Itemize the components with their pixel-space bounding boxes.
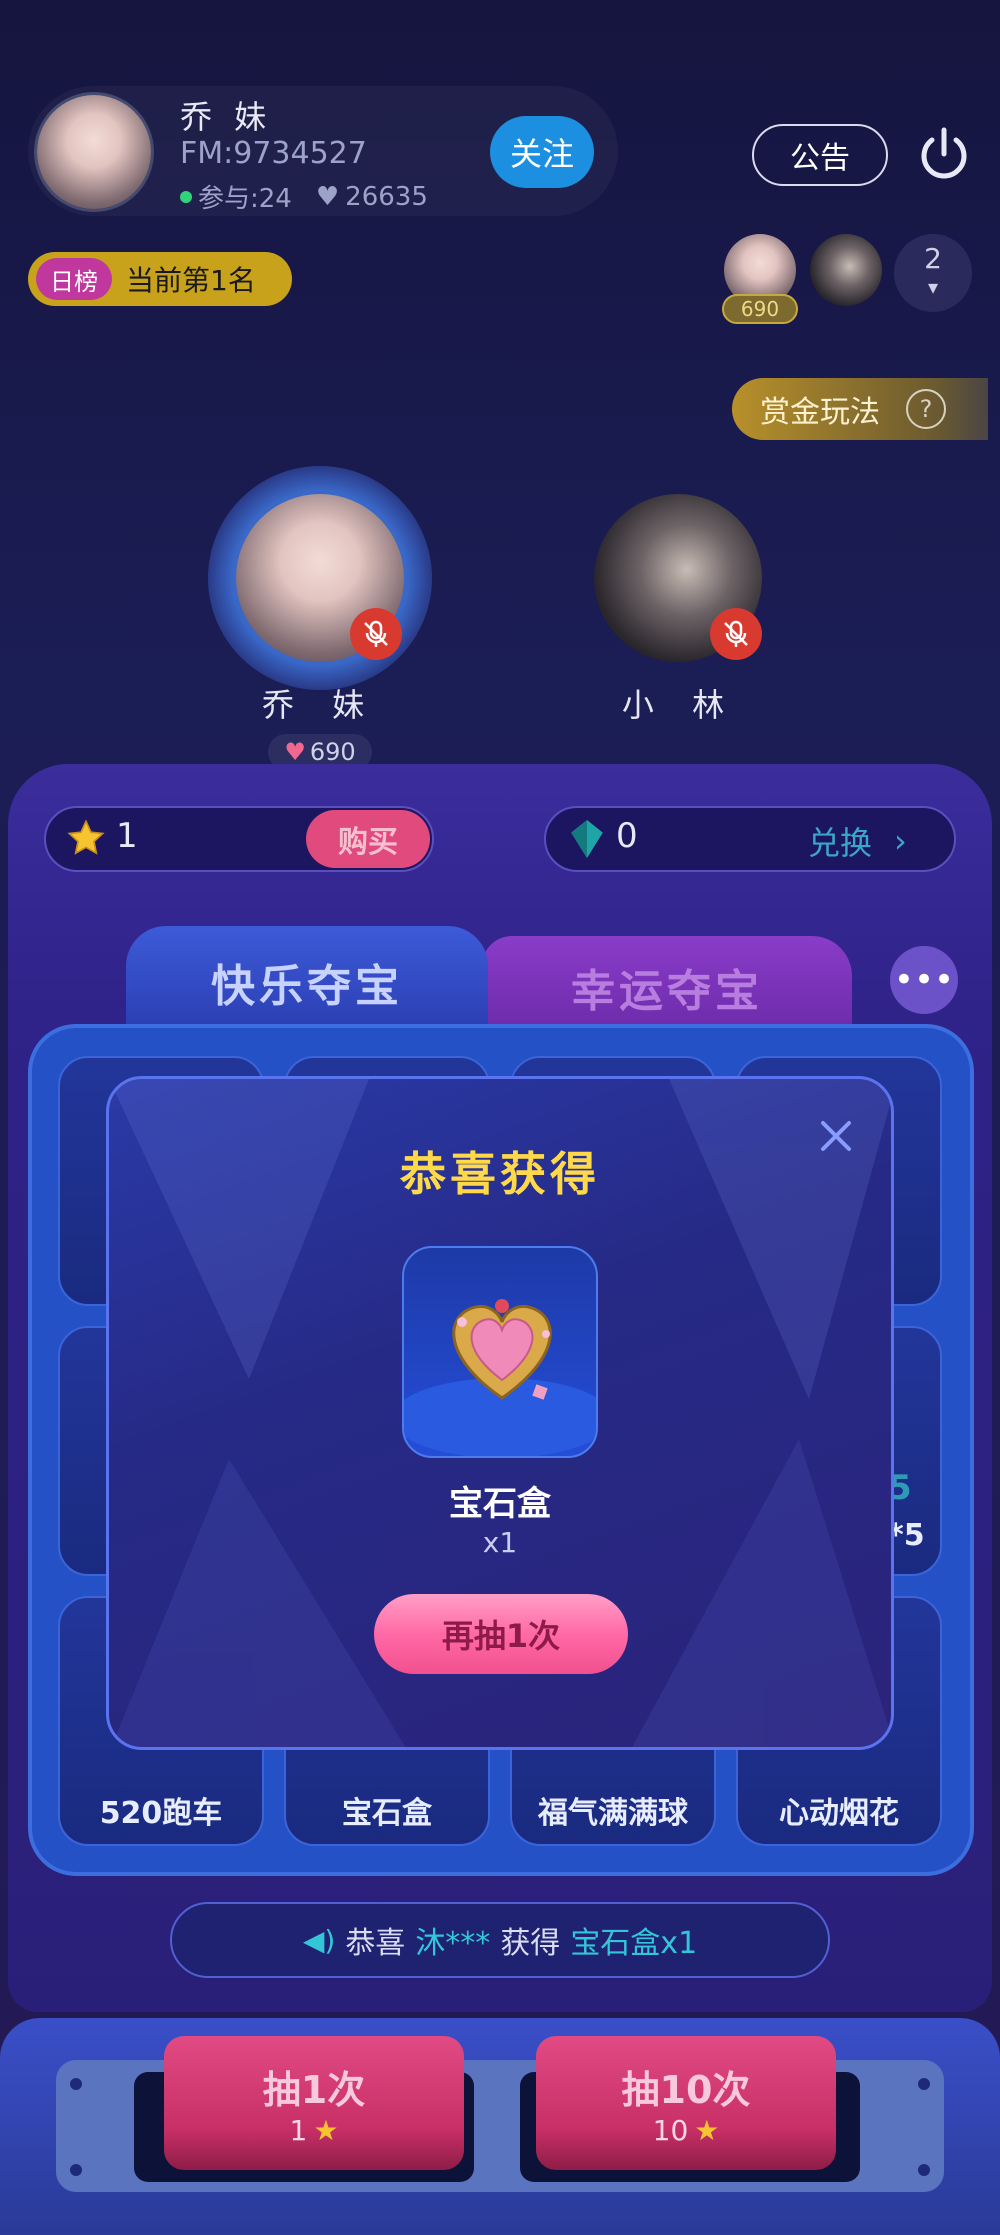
gem-box-icon bbox=[404, 1299, 596, 1456]
prize-image-frame bbox=[402, 1246, 598, 1458]
draw-again-button[interactable]: 再抽1次 bbox=[374, 1594, 628, 1674]
modal-title: 恭喜获得 bbox=[400, 1147, 600, 1201]
close-icon[interactable] bbox=[812, 1112, 860, 1160]
prize-quantity: x1 bbox=[482, 1526, 518, 1559]
prize-name: 宝石盒 bbox=[449, 1484, 551, 1524]
